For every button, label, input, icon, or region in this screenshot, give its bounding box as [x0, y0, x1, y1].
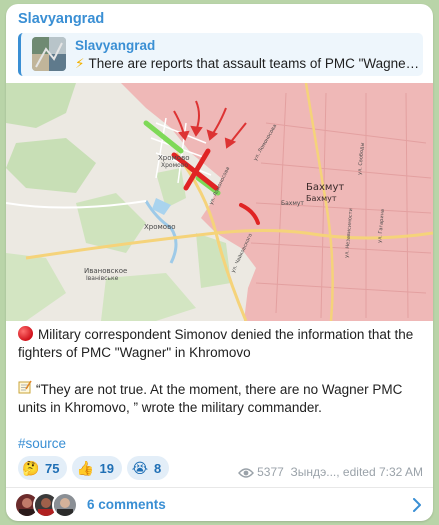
post-body: Military correspondent Simonov denied th…: [18, 326, 423, 453]
post-paragraph-2: “They are not true. At the moment, there…: [18, 380, 423, 417]
hashtag-link[interactable]: #source: [18, 436, 66, 451]
reaction-thinking[interactable]: 🤔 75: [18, 456, 68, 480]
map-label-bakhmut-2: Бахмут: [306, 194, 337, 203]
crying-face-icon: 😭: [131, 460, 149, 476]
reaction-thumbs-up[interactable]: 👍 19: [72, 456, 122, 480]
comments-label: 6 comments: [87, 497, 166, 512]
comments-button[interactable]: 6 comments: [6, 488, 433, 521]
map-label-khromovo-1: Хромово: [158, 154, 190, 162]
memo-emoji-icon: [18, 380, 32, 399]
red-circle-emoji-icon: [18, 326, 33, 341]
map-label-ivanovskoe-2: Іванівське: [86, 275, 119, 282]
message-bubble: Slavyangrad Slavyangrad ⚡ There are repor…: [6, 4, 433, 521]
chevron-right-icon: [413, 498, 421, 517]
thinking-face-icon: 🤔: [22, 460, 40, 476]
map-label-bakhmut-1: Бахмут: [306, 182, 344, 193]
reactions-row: 🤔 75 👍 19 😭 8: [18, 456, 174, 480]
avatar: [52, 492, 78, 518]
post-paragraph-3: #source: [18, 435, 423, 453]
author-edited: Зындэ..., edited 7:32 AM: [290, 465, 424, 479]
thumbs-up-icon: 👍: [76, 460, 95, 476]
reply-preview[interactable]: Slavyangrad ⚡ There are reports that assa…: [18, 33, 423, 76]
reaction-crying[interactable]: 😭 8: [126, 456, 170, 480]
channel-name[interactable]: Slavyangrad: [18, 11, 104, 27]
reaction-count: 19: [99, 460, 114, 476]
map-label-khromovo-2: Хромовo: [161, 162, 188, 169]
reply-thumbnail: [32, 37, 66, 71]
reply-text: ⚡ There are reports that assault teams of…: [75, 56, 420, 72]
paragraph-2-text: “They are not true. At the moment, there…: [18, 382, 403, 415]
map-label-bakhmut-3: Бахмут: [281, 200, 304, 207]
paragraph-1-text: Military correspondent Simonov denied th…: [18, 327, 414, 360]
views-count: 5377: [257, 465, 284, 479]
reply-text-content: There are reports that assault teams of …: [88, 56, 420, 71]
map-label-ivanovskoe-1: Ивановское: [84, 267, 127, 275]
reaction-count: 75: [45, 460, 60, 476]
post-paragraph-1: Military correspondent Simonov denied th…: [18, 326, 423, 362]
message-meta: 5377 Зындэ..., edited 7:32 AM: [238, 465, 423, 482]
eye-icon: [238, 467, 255, 482]
map-image[interactable]: Хромово Хромовo Хромово Бахмут Бахмут Ба…: [6, 83, 433, 321]
reply-title: Slavyangrad: [75, 38, 156, 53]
lightning-emoji-icon: ⚡: [75, 56, 85, 71]
reaction-count: 8: [153, 460, 162, 476]
map-label-khromovo-3: Хромово: [144, 223, 176, 231]
